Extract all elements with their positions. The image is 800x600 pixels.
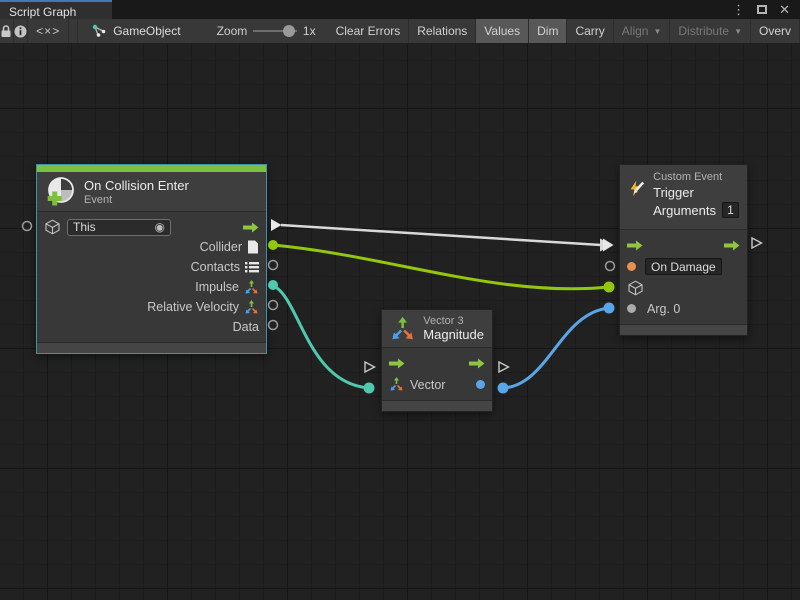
contacts-list-icon <box>245 261 259 273</box>
node-body: This ◉ Collider Contacts <box>37 211 266 342</box>
node-header: Custom Event Trigger Arguments 1 <box>620 165 747 229</box>
align-dropdown[interactable]: Align ▼ <box>614 19 671 43</box>
port-data-output[interactable] <box>269 321 278 330</box>
node-body: On Damage Arg. 0 <box>620 229 747 324</box>
node-footer <box>382 400 492 411</box>
script-graph-window: Script Graph ⋮ ✕ <×> <box>0 0 800 600</box>
event-name-field[interactable]: On Damage <box>645 258 722 275</box>
chevron-down-icon: ▼ <box>653 27 661 36</box>
vector3-type-icon <box>244 300 259 315</box>
maximize-icon[interactable] <box>757 5 767 14</box>
zoom-slider-handle[interactable] <box>283 25 295 37</box>
close-icon[interactable]: ✕ <box>779 2 790 18</box>
arg-port-dot <box>627 304 636 313</box>
cube-icon <box>627 280 644 296</box>
zoom-label: Zoom <box>191 19 254 43</box>
vector3-icon <box>390 316 415 342</box>
arguments-row: Arguments 1 <box>653 202 739 218</box>
cube-icon <box>44 219 61 235</box>
code-icon: <×> <box>36 24 60 38</box>
edit-code-button[interactable]: <×> <box>28 19 69 43</box>
tab-script-graph[interactable]: Script Graph <box>0 0 112 19</box>
vector3-type-icon <box>389 377 404 392</box>
this-target-field[interactable]: This ◉ <box>67 219 171 236</box>
lock-icon <box>0 25 12 38</box>
flow-out-arrow-icon <box>469 358 485 369</box>
node-footer <box>37 342 266 353</box>
port-label-contacts: Contacts <box>191 260 240 274</box>
overview-button[interactable]: Overv <box>751 19 800 43</box>
tab-title: Script Graph <box>9 5 76 19</box>
port-relative-velocity-output[interactable] <box>269 301 278 310</box>
graph-target[interactable]: GameObject <box>78 19 190 43</box>
string-port-dot <box>627 262 636 271</box>
port-label-vector: Vector <box>410 378 445 392</box>
port-collider-output[interactable] <box>268 240 278 250</box>
node-title: Magnitude <box>423 327 484 342</box>
node-header: On Collision Enter Event <box>37 172 266 211</box>
flow-out-arrow-icon <box>243 222 259 233</box>
event-color-strip <box>37 165 266 172</box>
info-icon <box>14 25 27 38</box>
chevron-down-icon: ▼ <box>734 27 742 36</box>
window-controls: ⋮ ✕ <box>732 0 800 19</box>
collision-event-icon <box>45 176 76 207</box>
node-header: Vector 3 Magnitude <box>382 310 492 347</box>
node-on-collision-enter[interactable]: On Collision Enter Event This ◉ <box>36 164 267 354</box>
port-name-input[interactable] <box>606 262 615 271</box>
vector3-type-icon <box>244 280 259 295</box>
flow-in-arrow-icon <box>627 240 643 251</box>
port-target-input[interactable] <box>604 282 615 293</box>
distribute-dropdown[interactable]: Distribute ▼ <box>670 19 751 43</box>
port-impulse-output[interactable] <box>268 280 278 290</box>
node-vector3-magnitude[interactable]: Vector 3 Magnitude <box>381 309 493 412</box>
flow-in-arrow-icon <box>389 358 405 369</box>
port-vector-input[interactable] <box>364 383 375 394</box>
toolbar-separator <box>69 19 78 43</box>
node-footer <box>620 324 747 335</box>
port-this-input[interactable] <box>23 222 32 231</box>
titlebar: Script Graph ⋮ ✕ <box>0 0 800 19</box>
flow-out-arrow-icon <box>724 240 740 251</box>
node-category: Custom Event <box>653 171 739 183</box>
menu-icon[interactable]: ⋮ <box>732 2 745 18</box>
arguments-count-field[interactable]: 1 <box>722 202 739 218</box>
node-category: Vector 3 <box>423 315 484 327</box>
node-title: On Collision Enter <box>84 178 189 193</box>
collider-doc-icon <box>247 240 259 254</box>
node-trigger-custom-event[interactable]: Custom Event Trigger Arguments 1 <box>619 164 748 336</box>
graph-target-label: GameObject <box>113 24 180 38</box>
port-arg0-input[interactable] <box>604 303 615 314</box>
port-label-data: Data <box>233 320 259 334</box>
node-subtitle: Event <box>84 194 189 206</box>
values-toggle[interactable]: Values <box>476 19 529 43</box>
port-label-relative-velocity: Relative Velocity <box>147 300 239 314</box>
port-magnitude-output[interactable] <box>498 383 509 394</box>
toolbar-buttons: Clear Errors Relations Values Dim Carry … <box>328 19 800 43</box>
node-title: Trigger <box>653 185 739 200</box>
toolbar: <×> GameObject Zoom 1x Clear Errors Rela… <box>0 19 800 44</box>
clear-errors-button[interactable]: Clear Errors <box>328 19 410 43</box>
custom-event-icon <box>628 175 645 202</box>
relations-button[interactable]: Relations <box>409 19 476 43</box>
zoom-slider[interactable] <box>253 19 297 43</box>
zoom-value: 1x <box>297 19 326 43</box>
info-button[interactable] <box>14 19 28 43</box>
node-body: Vector <box>382 347 492 400</box>
port-contacts-output[interactable] <box>269 261 278 270</box>
carry-button[interactable]: Carry <box>567 19 613 43</box>
graph-icon <box>92 24 107 38</box>
object-picker-icon[interactable]: ◉ <box>155 221 165 233</box>
port-label-impulse: Impulse <box>195 280 239 294</box>
dim-toggle[interactable]: Dim <box>529 19 567 43</box>
float-output-dot <box>476 380 485 389</box>
port-label-arg0: Arg. 0 <box>647 302 680 316</box>
port-label-collider: Collider <box>200 240 242 254</box>
lock-button[interactable] <box>0 19 14 43</box>
